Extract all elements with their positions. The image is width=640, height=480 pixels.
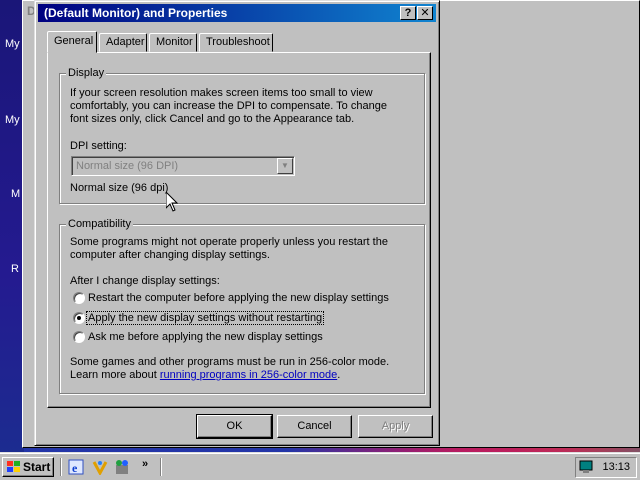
radio-selected-icon [77,316,81,320]
chevron-down-icon[interactable]: ▼ [277,158,293,174]
color-mode-note: Some games and other programs must be ru… [70,356,390,368]
restart-option-label[interactable]: Restart the computer before applying the… [88,292,389,304]
svg-text:e: e [72,461,78,475]
desktop-icon-label[interactable]: M [11,188,20,200]
tab-general[interactable]: General [47,31,97,53]
close-icon: ✕ [420,7,430,19]
learn-more-line: Learn more about running programs in 256… [70,369,340,382]
ask-me-option-label[interactable]: Ask me before applying the new display s… [88,331,323,343]
tab-monitor[interactable]: Monitor [149,33,197,52]
mouse-cursor-icon [166,192,178,212]
quicklaunch-separator [60,458,62,476]
quicklaunch-overflow-icon[interactable]: » [142,458,148,470]
dpi-setting-dropdown[interactable]: Normal size (96 DPI) ▼ [71,156,295,176]
dpi-selected-value: Normal size (96 DPI) [76,160,179,172]
internet-explorer-icon[interactable]: e [68,459,84,475]
compatibility-group-label: Compatibility [66,218,133,230]
compatibility-description-line: computer after changing display settings… [70,249,270,261]
dpi-status-text: Normal size (96 dpi) [70,182,169,194]
system-tray: 13:13 [575,457,637,478]
learn-more-suffix: . [337,369,341,381]
apply-button[interactable]: Apply [358,415,433,438]
apply-without-restart-option-label[interactable]: Apply the new display settings without r… [85,311,325,325]
channels-icon[interactable] [114,459,130,475]
256-color-help-link[interactable]: running programs in 256-color mode [160,369,337,381]
desktop-icon-column [0,0,24,455]
clock[interactable]: 13:13 [602,461,630,473]
display-group: Display If your screen resolution makes … [59,67,425,204]
close-button[interactable]: ✕ [417,6,433,20]
start-button[interactable]: Start [2,457,54,477]
dialog-title: (Default Monitor) and Properties [44,6,228,20]
restart-radio[interactable] [73,292,85,304]
compatibility-description-line: Some programs might not operate properly… [70,236,388,248]
display-properties-dialog: (Default Monitor) and Properties ? ✕ Gen… [34,0,440,446]
display-description-line: comfortably, you can increase the DPI to… [70,100,387,112]
display-description-line: If your screen resolution makes screen i… [70,87,373,99]
taskbar: Start e » 13:13 [0,452,640,480]
compatibility-group: Compatibility Some programs might not op… [59,218,425,394]
help-button[interactable]: ? [400,6,416,20]
apply-without-restart-radio[interactable] [73,312,85,324]
start-label: Start [23,460,51,474]
general-tab-panel: Display If your screen resolution makes … [47,52,431,408]
desktop-icon-label[interactable]: My [5,114,20,126]
outlook-express-icon[interactable] [92,459,108,475]
display-description-line: font sizes only, click Cancel and go to … [70,113,355,125]
learn-more-prefix: Learn more about [70,369,160,381]
desktop-icon-label[interactable]: R [11,263,19,275]
help-icon: ? [404,7,412,19]
cancel-button[interactable]: Cancel [277,415,352,438]
dpi-setting-label: DPI setting: [70,140,127,152]
after-change-label: After I change display settings: [70,275,220,287]
ok-button[interactable]: OK [196,414,273,439]
display-tray-icon[interactable] [579,460,593,474]
ask-me-radio[interactable] [73,331,85,343]
dialog-titlebar[interactable]: (Default Monitor) and Properties ? ✕ [38,4,436,22]
display-group-label: Display [66,67,107,79]
tab-adapter[interactable]: Adapter [99,33,147,52]
tab-troubleshoot[interactable]: Troubleshoot [199,33,273,52]
taskbar-separator [160,458,162,476]
desktop-icon-label[interactable]: My [5,38,20,50]
windows-logo-icon [7,461,20,472]
